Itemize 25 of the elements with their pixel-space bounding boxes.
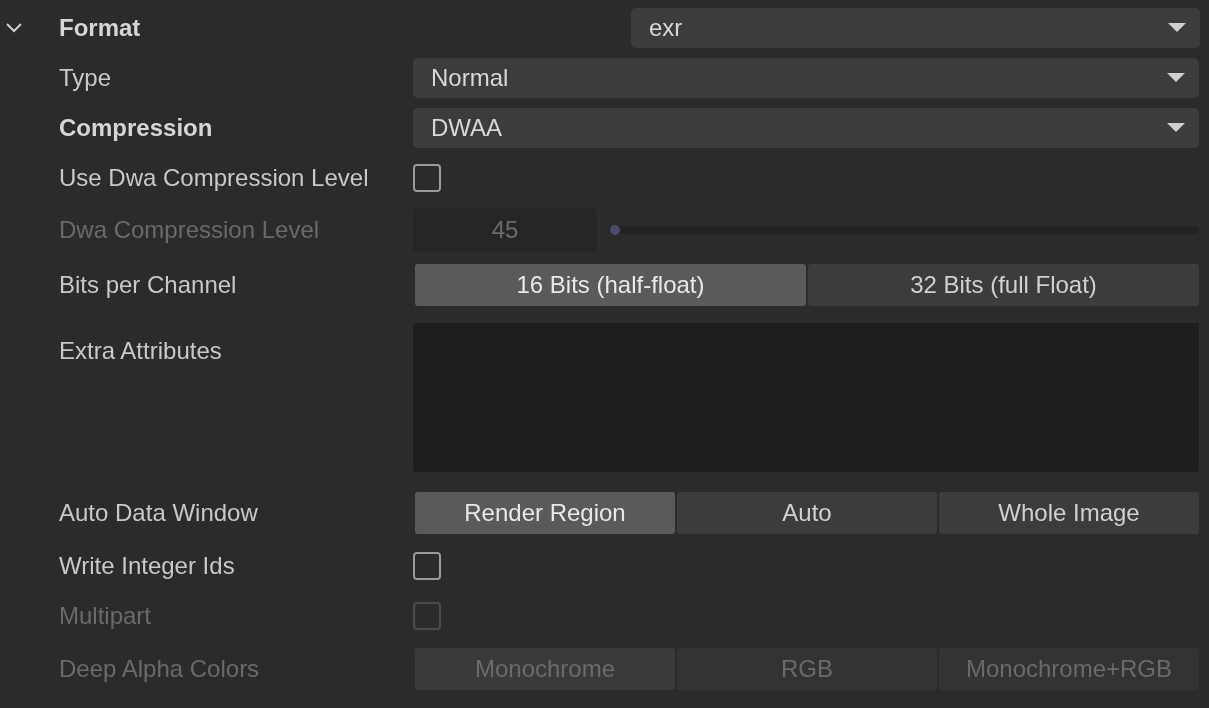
dropdown[interactable]: exr xyxy=(631,8,1200,48)
segment-button[interactable]: Whole Image xyxy=(939,492,1199,534)
checkbox[interactable] xyxy=(413,552,441,580)
segment-button[interactable]: Auto xyxy=(677,492,937,534)
caret-icon xyxy=(1168,23,1186,33)
caret-icon xyxy=(1167,73,1185,83)
field-label: Dwa Compression Level xyxy=(59,215,321,245)
field-label: Use Dwa Compression Level xyxy=(59,163,370,193)
dropdown[interactable]: DWAA xyxy=(413,108,1199,148)
segment-button[interactable]: Render Region xyxy=(415,492,675,534)
segment-button[interactable]: 16 Bits (half-float) xyxy=(415,264,806,306)
field-label: Auto Data Window xyxy=(59,498,259,528)
field-label: Multipart xyxy=(59,601,153,631)
checkbox[interactable] xyxy=(413,164,441,192)
dropdown[interactable]: Normal xyxy=(413,58,1199,98)
field-label: Compression xyxy=(59,113,214,143)
section-title: Format xyxy=(59,13,142,43)
field-label: Bits per Channel xyxy=(59,270,238,300)
field-label: Deep Alpha Colors xyxy=(59,654,261,684)
field-label: Type xyxy=(59,63,113,93)
field-label: Write Integer Ids xyxy=(59,551,236,581)
segment-button[interactable]: 32 Bits (full Float) xyxy=(808,264,1199,306)
field-label: Extra Attributes xyxy=(59,336,223,366)
caret-icon xyxy=(1167,123,1185,133)
slider-track[interactable] xyxy=(609,226,1199,234)
